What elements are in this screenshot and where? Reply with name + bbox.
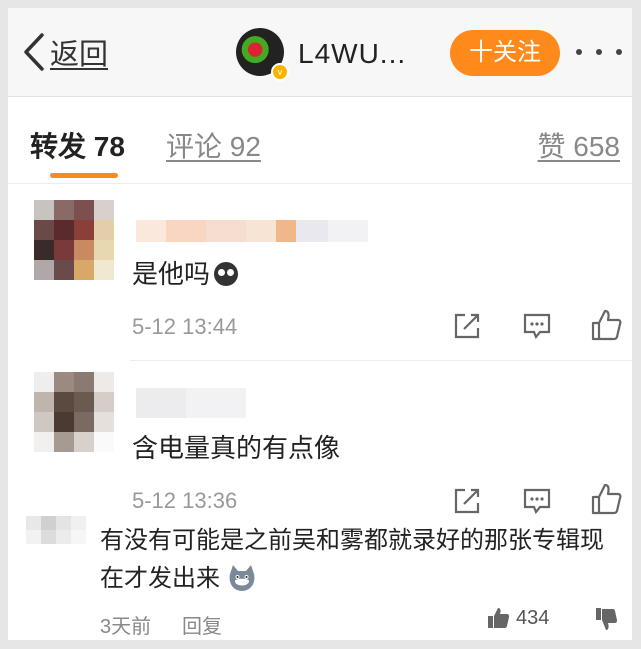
thumbs-down-icon[interactable] — [594, 606, 618, 632]
post-tabs: 转发 78 评论 92 赞 658 — [8, 97, 632, 184]
reply-button[interactable]: 回复 — [182, 610, 222, 639]
thumbs-up-icon[interactable] — [590, 308, 622, 342]
share-icon[interactable] — [452, 311, 482, 341]
reply-body: 有没有可能是之前吴和雾都就录好的那张专辑现在才发出来 — [100, 527, 604, 592]
like-count: 434 — [516, 606, 550, 629]
share-icon[interactable] — [452, 486, 482, 516]
blurred-username[interactable] — [136, 220, 368, 242]
comment-time: 5-12 13:36 — [132, 488, 238, 513]
comment-text: 含电量真的有点像 — [132, 433, 341, 463]
comment-divider — [130, 360, 632, 361]
tab-comment[interactable]: 评论 92 — [166, 125, 261, 165]
screenshot-frame: 返回 v L4WU... 十关注 转发 78 评论 92 赞 658 是他吗 5… — [8, 8, 632, 640]
author-username[interactable]: L4WU... — [298, 38, 406, 70]
follow-button[interactable]: 十关注 — [450, 30, 560, 76]
thumbs-up-icon[interactable] — [590, 482, 622, 516]
verified-badge-icon: v — [271, 63, 289, 81]
comment-time: 5-12 13:44 — [132, 314, 238, 339]
tab-like[interactable]: 赞 658 — [538, 125, 621, 165]
tab-repost[interactable]: 转发 78 — [30, 125, 125, 165]
blurred-username[interactable] — [136, 388, 246, 418]
comment-text: 是他吗 — [132, 254, 239, 291]
reply-like-button[interactable]: 434 — [486, 606, 549, 630]
thumbs-up-icon — [488, 608, 509, 628]
back-label: 返回 — [50, 39, 109, 71]
avatar[interactable] — [26, 516, 86, 544]
more-dots-icon[interactable] — [576, 32, 622, 72]
active-tab-indicator — [50, 173, 118, 178]
comment-icon[interactable] — [522, 486, 552, 516]
cat-emoji-icon — [229, 565, 255, 591]
avatar[interactable] — [34, 200, 114, 280]
reply-text: 有没有可能是之前吴和雾都就录好的那张专辑现在才发出来 — [100, 522, 620, 598]
chevron-left-icon — [24, 33, 44, 71]
comment-body: 是他吗 — [132, 259, 211, 289]
back-button[interactable]: 返回 — [22, 32, 108, 72]
avatar[interactable] — [34, 372, 114, 452]
emoji-icon — [214, 262, 239, 286]
reply-time: 3天前 — [100, 616, 152, 638]
top-bar: 返回 v L4WU... 十关注 — [8, 8, 632, 97]
comment-icon[interactable] — [522, 311, 552, 341]
